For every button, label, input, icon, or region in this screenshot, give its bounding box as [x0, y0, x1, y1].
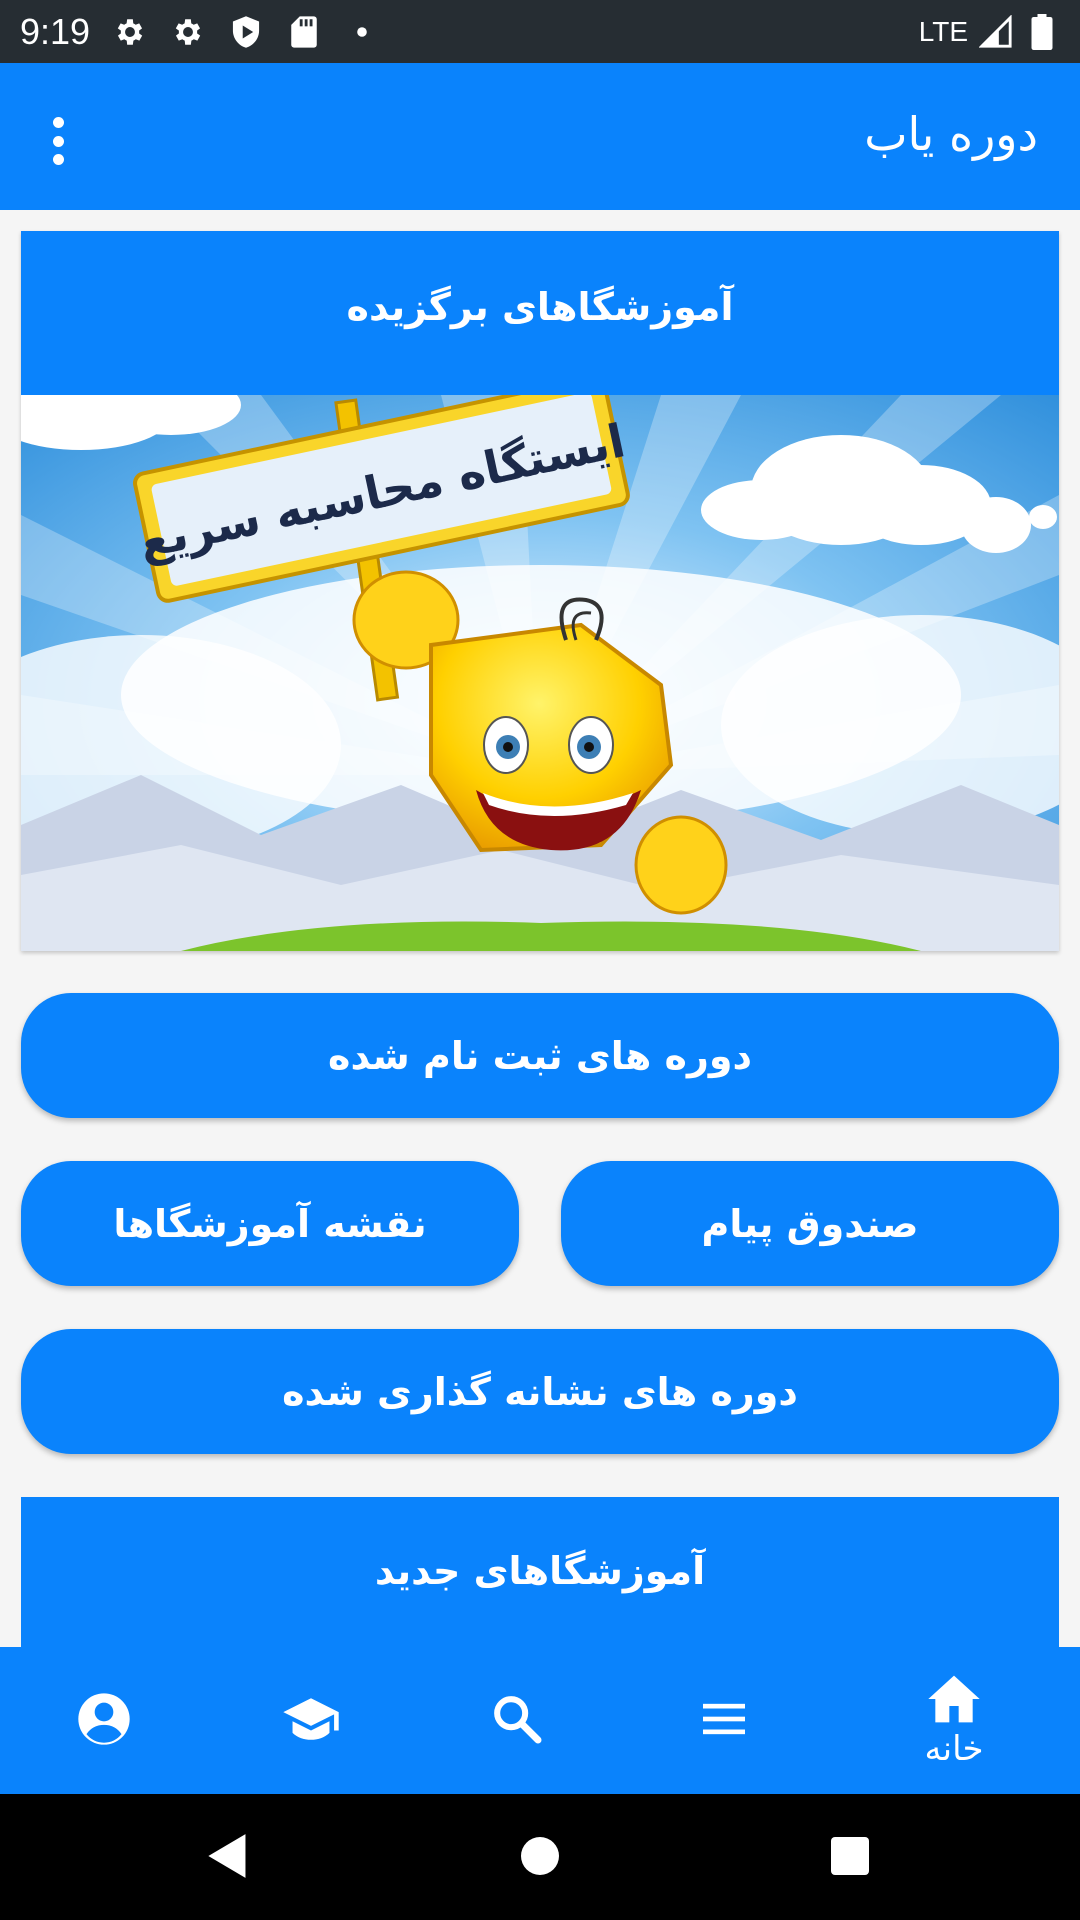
bookmarked-courses-button[interactable]: دوره های نشانه گذاری شده	[21, 1329, 1059, 1454]
nav-menu[interactable]	[654, 1647, 794, 1794]
featured-banner-image[interactable]: ایستگاه محاسبه سریع	[21, 395, 1059, 951]
graduation-cap-icon	[281, 1691, 341, 1751]
dot-icon	[344, 14, 380, 50]
sd-card-icon	[286, 14, 322, 50]
inbox-button[interactable]: صندوق پیام	[561, 1161, 1059, 1286]
system-navigation-bar	[0, 1794, 1080, 1920]
status-time: 9:19	[20, 10, 91, 52]
home-icon	[926, 1673, 982, 1729]
status-bar-left: 9:19	[20, 11, 380, 53]
signal-icon	[978, 14, 1014, 50]
new-institutes-card[interactable]: آموزشگاهای جدید	[21, 1497, 1059, 1647]
shield-play-icon	[228, 14, 264, 50]
app-bar: دوره یاب	[0, 63, 1080, 210]
nav-home-label: خانه	[924, 1728, 984, 1769]
status-bar: 9:19 LTE	[0, 0, 1080, 63]
new-institutes-title: آموزشگاهای جدید	[374, 1549, 706, 1593]
battery-icon	[1024, 13, 1060, 50]
enrolled-courses-button[interactable]: دوره های ثبت نام شده	[21, 993, 1059, 1118]
app-title: دوره یاب	[864, 107, 1038, 161]
home-circle-icon[interactable]	[508, 1824, 572, 1888]
more-vert-icon[interactable]	[38, 113, 78, 169]
menu-icon	[696, 1691, 752, 1751]
institutes-map-button[interactable]: نقشه آموزشگاها	[21, 1161, 519, 1286]
nav-home[interactable]: خانه	[884, 1647, 1024, 1794]
gear-icon	[170, 14, 206, 50]
network-type: LTE	[918, 15, 968, 47]
nav-profile[interactable]	[34, 1647, 174, 1794]
featured-title: آموزشگاهای برگزیده	[346, 285, 734, 329]
account-circle-icon	[76, 1691, 132, 1751]
status-bar-right: LTE	[918, 13, 1060, 50]
featured-institutes-card[interactable]: آموزشگاهای برگزیده ایستگاه محاسبه سریع	[21, 231, 1059, 951]
nav-search[interactable]	[447, 1647, 587, 1794]
gear-icon	[112, 14, 148, 50]
search-icon	[489, 1691, 545, 1751]
back-icon[interactable]	[196, 1824, 260, 1888]
nav-courses[interactable]	[241, 1647, 381, 1794]
bottom-navigation: خانه	[0, 1647, 1080, 1794]
recents-icon[interactable]	[818, 1824, 882, 1888]
